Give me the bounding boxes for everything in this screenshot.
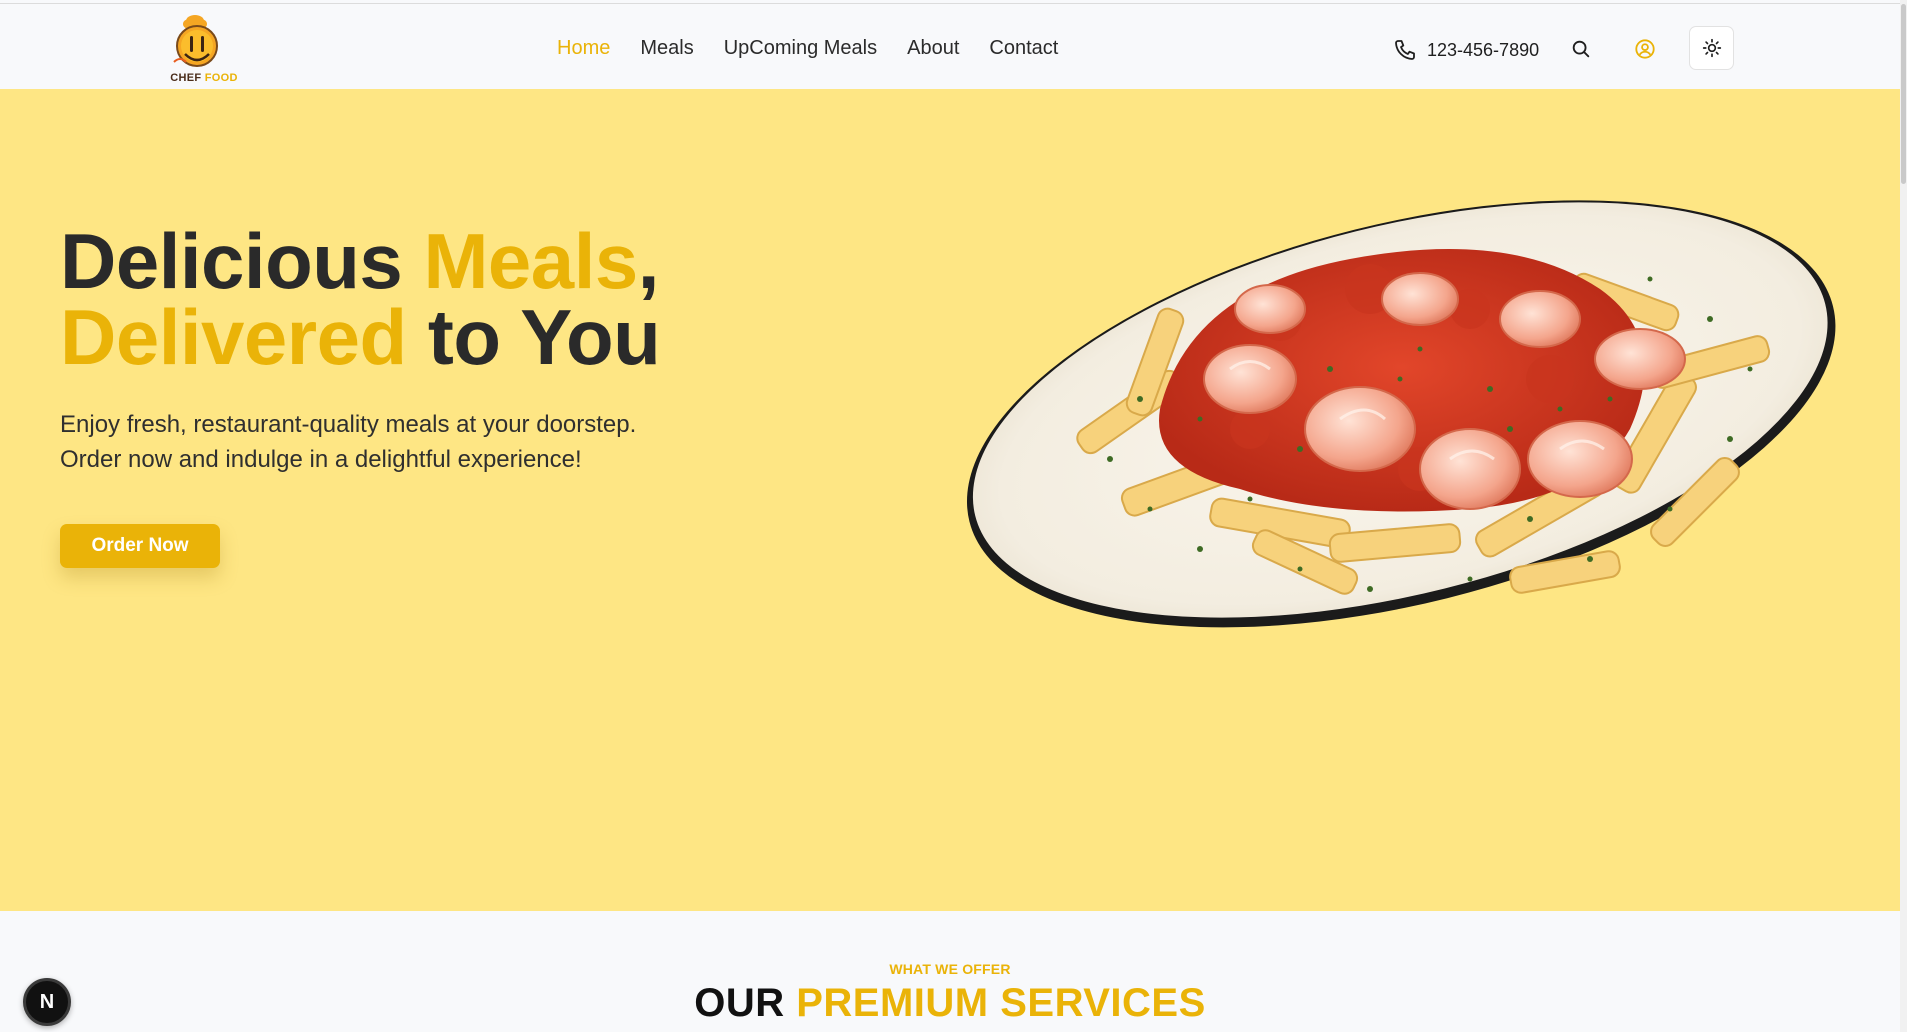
theme-toggle-button[interactable] [1689,26,1734,70]
page-scrollbar[interactable] [1900,0,1907,1032]
hero-subtitle: Enjoy fresh, restaurant-quality meals at… [60,407,760,477]
phone-number: 123-456-7890 [1427,39,1540,60]
hero-title-word-to-you: to You [406,293,661,381]
hero-title-word-meals: Meals [423,217,638,305]
hero-title: Delicious Meals, Delivered to You [60,222,661,376]
main-nav: Home Meals UpComing Meals About Contact [557,37,1058,60]
navbar: CHEF FOOD Home Meals UpComing Meals Abou… [0,3,1900,89]
chef-food-logo[interactable]: CHEF FOOD [166,12,238,88]
hero-title-comma: , [637,217,660,305]
phone-icon [1395,40,1415,60]
user-account-button[interactable] [1634,38,1658,62]
services-eyebrow: WHAT WE OFFER [889,961,1011,977]
nav-link-about[interactable]: About [907,37,959,60]
chef-logo-icon [173,15,218,67]
services-title: OUR PREMIUM SERVICES [0,981,1900,1026]
page: CHEF FOOD Home Meals UpComing Meals Abou… [0,0,1907,1032]
hero-title-word-delivered: Delivered [60,293,407,381]
order-now-button[interactable]: Order Now [60,524,220,568]
brand-name-part2: FOOD [204,72,238,84]
user-icon [1635,39,1655,59]
nextjs-dev-badge[interactable]: N [23,978,71,1026]
pasta-plate-image [966,200,1836,628]
nav-link-meals[interactable]: Meals [640,37,693,60]
brand-name-part1: CHEF [170,72,202,84]
hero-title-word-delicious: Delicious [60,217,424,305]
phone-contact[interactable]: 123-456-7890 [1393,38,1539,62]
hero-subtitle-line1: Enjoy fresh, restaurant-quality meals at… [60,411,637,438]
services-section: WHAT WE OFFER OUR PREMIUM SERVICES [0,911,1900,1032]
nav-link-upcoming-meals[interactable]: UpComing Meals [724,37,877,60]
brand-name: CHEF FOOD [166,72,242,84]
hero-section: Delicious Meals, Delivered to You Enjoy … [0,89,1900,911]
nav-link-home[interactable]: Home [557,37,610,60]
scrollbar-thumb[interactable] [1901,4,1906,184]
services-title-part1: OUR [694,981,797,1025]
search-icon [1572,40,1590,58]
sun-icon [1702,38,1721,58]
nav-link-contact[interactable]: Contact [989,37,1058,60]
search-button[interactable] [1570,38,1594,62]
hero-subtitle-line2: Order now and indulge in a delightful ex… [60,446,582,473]
services-title-part2: PREMIUM SERVICES [796,981,1206,1025]
